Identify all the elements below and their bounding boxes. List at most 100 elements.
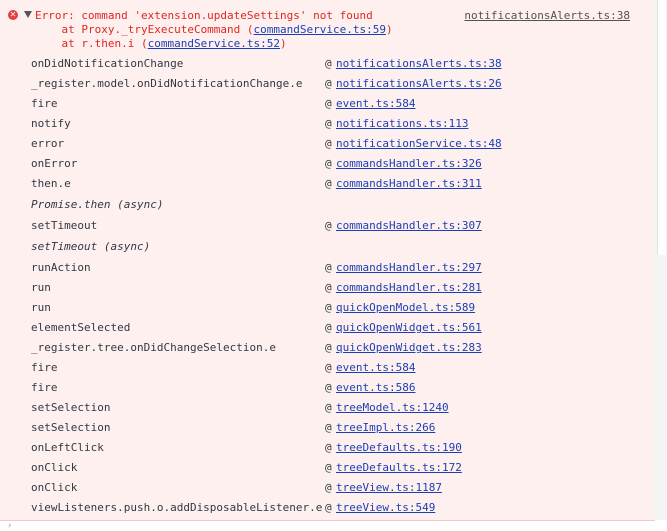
frame-function-name: fire bbox=[31, 361, 58, 374]
frame-function-name: fire bbox=[31, 381, 58, 394]
frame-at-symbol: @ bbox=[325, 57, 332, 70]
frame-function-name: onClick bbox=[31, 481, 78, 494]
frame-function-name: viewListeners.push.o.addDisposableListen… bbox=[31, 501, 323, 514]
stack-line-suffix: ) bbox=[280, 37, 287, 50]
frame-function-name: error bbox=[31, 137, 65, 150]
error-stack-line: at r.then.i (commandService.ts:52) bbox=[35, 37, 287, 50]
collapse-triangle-icon[interactable] bbox=[24, 11, 32, 18]
frame-function-name: notify bbox=[31, 117, 71, 130]
stack-frame: error @ notificationService.ts:48 bbox=[31, 136, 651, 152]
stack-frame: runAction @ commandsHandler.ts:297 bbox=[31, 260, 651, 276]
error-source-link[interactable]: notificationsAlerts.ts:38 bbox=[464, 9, 630, 22]
frame-at-symbol: @ bbox=[325, 381, 332, 394]
stack-frame: onLeftClick @ treeDefaults.ts:190 bbox=[31, 440, 651, 456]
frame-source-link[interactable]: quickOpenModel.ts:589 bbox=[336, 300, 475, 316]
frame-function-name: run bbox=[31, 301, 51, 314]
frame-at-symbol: @ bbox=[325, 117, 332, 130]
frame-at-symbol: @ bbox=[325, 501, 332, 514]
stack-frame: onClick @ treeView.ts:1187 bbox=[31, 480, 651, 496]
stack-frame: setSelection @ treeModel.ts:1240 bbox=[31, 400, 651, 416]
frame-at-symbol: @ bbox=[325, 77, 332, 90]
frame-at-symbol: @ bbox=[325, 321, 332, 334]
frame-source-link[interactable]: treeView.ts:549 bbox=[336, 500, 435, 516]
frame-source-link[interactable]: notificationService.ts:48 bbox=[336, 136, 502, 152]
frame-function-name: runAction bbox=[31, 261, 91, 274]
stack-line-prefix: at Proxy._tryExecuteCommand ( bbox=[35, 23, 254, 36]
frame-source-link[interactable]: commandsHandler.ts:297 bbox=[336, 260, 482, 276]
stack-frame: _register.model.onDidNotificationChange.… bbox=[31, 76, 651, 92]
frame-source-link[interactable]: treeModel.ts:1240 bbox=[336, 400, 449, 416]
frame-source-link[interactable]: treeImpl.ts:266 bbox=[336, 420, 435, 436]
stack-frame: setTimeout @ commandsHandler.ts:307 bbox=[31, 218, 651, 234]
frame-at-symbol: @ bbox=[325, 219, 332, 232]
frame-function-name: setSelection bbox=[31, 401, 111, 414]
frame-source-link[interactable]: quickOpenWidget.ts:283 bbox=[336, 340, 482, 356]
error-stack-line: at Proxy._tryExecuteCommand (commandServ… bbox=[35, 23, 393, 36]
stack-frame: setSelection @ treeImpl.ts:266 bbox=[31, 420, 651, 436]
stack-frame: _register.tree.onDidChangeSelection.e @ qu… bbox=[31, 340, 651, 356]
frame-source-link[interactable]: notificationsAlerts.ts:38 bbox=[336, 56, 502, 72]
frame-source-link[interactable]: notifications.ts:113 bbox=[336, 116, 468, 132]
frame-source-link[interactable]: commandsHandler.ts:281 bbox=[336, 280, 482, 296]
frame-at-symbol: @ bbox=[325, 421, 332, 434]
frame-source-link[interactable]: treeDefaults.ts:190 bbox=[336, 440, 462, 456]
frame-source-link[interactable]: commandsHandler.ts:311 bbox=[336, 176, 482, 192]
frame-function-name: setSelection bbox=[31, 421, 111, 434]
frame-at-symbol: @ bbox=[325, 261, 332, 274]
console-error-entry: ✕ Error: command 'extension.updateSettin… bbox=[0, 0, 655, 521]
stack-frame: run @ commandsHandler.ts:281 bbox=[31, 280, 651, 296]
stack-frame: notify @ notifications.ts:113 bbox=[31, 116, 651, 132]
error-message: Error: command 'extension.updateSettings… bbox=[35, 9, 373, 22]
frame-at-symbol: @ bbox=[325, 281, 332, 294]
async-separator: Promise.then (async) bbox=[31, 198, 164, 211]
frame-function-name: onDidNotificationChange bbox=[31, 57, 184, 70]
frame-source-link[interactable]: notificationsAlerts.ts:26 bbox=[336, 76, 502, 92]
stack-frame: onClick @ treeDefaults.ts:172 bbox=[31, 460, 651, 476]
stack-frame: fire @ event.ts:584 bbox=[31, 96, 651, 112]
frame-function-name: onError bbox=[31, 157, 78, 170]
frame-at-symbol: @ bbox=[325, 361, 332, 374]
frame-at-symbol: @ bbox=[325, 157, 332, 170]
frame-at-symbol: @ bbox=[325, 137, 332, 150]
stack-line-suffix: ) bbox=[386, 23, 393, 36]
frame-function-name: fire bbox=[31, 97, 58, 110]
frame-source-link[interactable]: event.ts:584 bbox=[336, 360, 415, 376]
stack-frame: fire @ event.ts:586 bbox=[31, 380, 651, 396]
frame-at-symbol: @ bbox=[325, 401, 332, 414]
stack-line-prefix: at r.then.i ( bbox=[35, 37, 148, 50]
frame-function-name: elementSelected bbox=[31, 321, 131, 334]
stack-frame: onError @ commandsHandler.ts:326 bbox=[31, 156, 651, 172]
frame-at-symbol: @ bbox=[325, 177, 332, 190]
frame-source-link[interactable]: event.ts:586 bbox=[336, 380, 415, 396]
stack-frame: then.e @ commandsHandler.ts:311 bbox=[31, 176, 651, 192]
frame-function-name: onClick bbox=[31, 461, 78, 474]
frame-function-name: setTimeout bbox=[31, 219, 98, 232]
stack-frame: onDidNotificationChange @ notificationsAle… bbox=[31, 56, 651, 72]
frame-function-name: run bbox=[31, 281, 51, 294]
stack-frame: viewListeners.push.o.addDisposableListen… bbox=[31, 500, 651, 516]
frame-function-name: then.e bbox=[31, 177, 71, 190]
frame-at-symbol: @ bbox=[325, 301, 332, 314]
frame-function-name: _register.tree.onDidChangeSelection.e bbox=[31, 341, 277, 354]
frame-source-link[interactable]: commandsHandler.ts:307 bbox=[336, 218, 482, 234]
frame-source-link[interactable]: event.ts:584 bbox=[336, 96, 415, 112]
frame-at-symbol: @ bbox=[325, 97, 332, 110]
frame-at-symbol: @ bbox=[325, 461, 332, 474]
stack-line-link[interactable]: commandService.ts:52 bbox=[148, 37, 280, 50]
frame-source-link[interactable]: commandsHandler.ts:326 bbox=[336, 156, 482, 172]
frame-at-symbol: @ bbox=[325, 481, 332, 494]
frame-function-name: _register.model.onDidNotificationChange.… bbox=[31, 77, 303, 90]
frame-at-symbol: @ bbox=[325, 441, 332, 454]
stack-frame: fire @ event.ts:584 bbox=[31, 360, 651, 376]
scrollbar-thumb[interactable] bbox=[657, 0, 666, 255]
error-circle-icon: ✕ bbox=[8, 10, 18, 20]
frame-source-link[interactable]: quickOpenWidget.ts:561 bbox=[336, 320, 482, 336]
frame-at-symbol: @ bbox=[325, 341, 332, 354]
async-separator: setTimeout (async) bbox=[31, 240, 151, 253]
stack-frame: run @ quickOpenModel.ts:589 bbox=[31, 300, 651, 316]
frame-function-name: onLeftClick bbox=[31, 441, 104, 454]
stack-line-link[interactable]: commandService.ts:59 bbox=[254, 23, 386, 36]
frame-source-link[interactable]: treeView.ts:1187 bbox=[336, 480, 442, 496]
frame-source-link[interactable]: treeDefaults.ts:172 bbox=[336, 460, 462, 476]
stack-frame: elementSelected @ quickOpenWidget.ts:561 bbox=[31, 320, 651, 336]
